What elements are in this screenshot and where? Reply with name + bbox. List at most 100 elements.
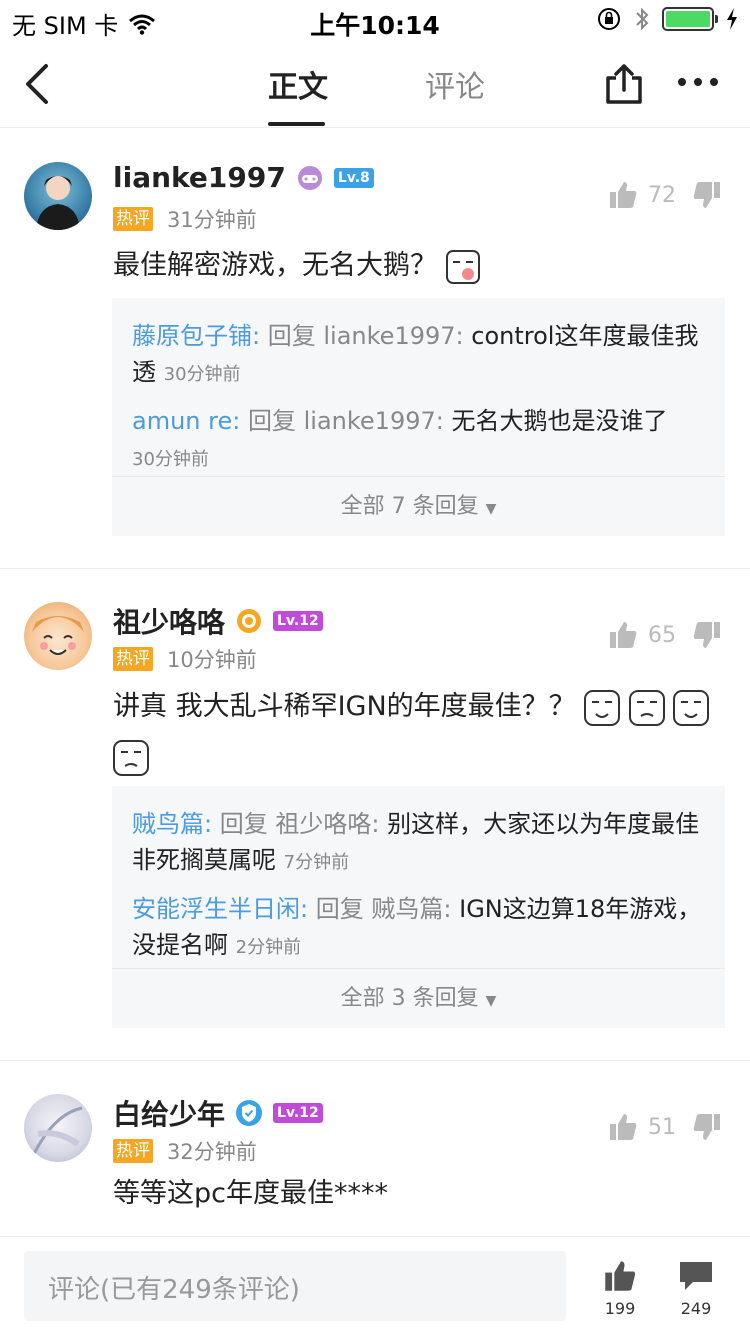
comment-text: 最佳解密游戏，无名大鹅？: [113, 244, 713, 288]
active-tab-indicator: [268, 122, 325, 126]
thumbs-up-icon[interactable]: [608, 620, 638, 650]
comment-input-placeholder: 评论(已有249条评论): [48, 1275, 300, 1305]
vote-controls: 51: [608, 1112, 722, 1142]
emoji-sticker-icon: [445, 249, 480, 284]
level-badge: Lv.12: [273, 1103, 323, 1123]
username[interactable]: 白给少年: [113, 1093, 225, 1133]
reply-text: 无名大鹅也是没谁了: [451, 407, 668, 435]
avatar-anime-icon: [32, 616, 84, 655]
reply-author[interactable]: 藤原包子铺:: [132, 322, 260, 350]
like-count: 72: [648, 182, 676, 208]
hot-badge: 热评: [113, 1139, 153, 1163]
reply-item[interactable]: amun re: 回复 lianke1997: 无名大鹅也是没谁了 30分钟前: [112, 393, 725, 478]
username[interactable]: lianke1997: [113, 161, 286, 194]
avatar[interactable]: [24, 162, 92, 230]
thumbs-up-icon[interactable]: [608, 1112, 638, 1142]
battery-icon: [662, 7, 718, 31]
caret-down-icon: ▼: [485, 501, 497, 517]
reply-item[interactable]: 藤原包子铺: 回复 lianke1997: control这年度最佳我透 30分…: [112, 298, 725, 393]
reply-word: 回复: [267, 322, 316, 350]
avatar-illustration-icon: [32, 1106, 83, 1155]
level-badge: Lv.8: [333, 167, 374, 188]
user-row: 祖少咯咯 Lv.12: [113, 601, 323, 641]
sun-badge-icon: [237, 609, 262, 633]
emoji-sticker-icon: [673, 689, 710, 726]
level-badge: Lv.12: [273, 611, 323, 631]
reply-item[interactable]: 贼鸟篇: 回复 祖少咯咯: 别这样，大家还以为年度最佳非死搁莫属呢 7分钟前: [112, 786, 725, 881]
comment-text-body: 讲真 我大乱斗稀罕IGN的年度最佳？？: [113, 691, 576, 722]
reply-author[interactable]: 贼鸟篇:: [132, 810, 212, 838]
reply-word: 回复: [219, 810, 268, 838]
share-icon[interactable]: [604, 64, 644, 106]
comment-item: 祖少咯咯 Lv.12 热评 10分钟前 65 讲真 我大乱斗稀罕IGN的年度最佳…: [0, 568, 750, 1060]
comments-button[interactable]: 249: [666, 1259, 726, 1318]
emoji-sticker-icon: [584, 689, 621, 726]
comment-text: 等等这pc年度最佳****: [113, 1172, 713, 1216]
reply-time: 30分钟前: [163, 364, 241, 385]
replies-box: 贼鸟篇: 回复 祖少咯咯: 别这样，大家还以为年度最佳非死搁莫属呢 7分钟前 安…: [112, 786, 725, 1028]
comment-item: 白给少年 Lv.12 热评 32分钟前 51 等等这pc年度最佳****: [0, 1060, 750, 1236]
comment-total: 249: [680, 1299, 712, 1318]
comment-text-body: 最佳解密游戏，无名大鹅？: [113, 250, 437, 281]
reply-word: 回复: [315, 895, 364, 923]
back-icon[interactable]: [18, 60, 58, 108]
meta-row: 热评 32分钟前: [113, 1136, 257, 1166]
thumbs-down-icon[interactable]: [692, 180, 722, 210]
reply-time: 7分钟前: [283, 852, 350, 873]
username[interactable]: 祖少咯咯: [113, 601, 225, 641]
reply-target[interactable]: lianke1997:: [323, 322, 463, 350]
avatar-figure-icon: [36, 176, 80, 230]
reply-time: 30分钟前: [132, 449, 209, 470]
reply-word: 回复: [247, 407, 296, 435]
meta-row: 热评 31分钟前: [113, 204, 257, 234]
reply-target[interactable]: 祖少咯咯:: [275, 810, 379, 838]
reply-time: 2分钟前: [235, 937, 302, 958]
comment-text-body: 等等这pc年度最佳****: [113, 1178, 388, 1209]
user-row: 白给少年 Lv.12: [113, 1093, 323, 1133]
verified-shield-icon: [236, 1100, 263, 1126]
thumbs-up-icon: [605, 1261, 636, 1291]
hot-badge: 热评: [113, 647, 153, 671]
reply-target[interactable]: 贼鸟篇:: [371, 895, 451, 923]
reply-text: 别这样，大家还以为年度最佳非死搁莫属呢: [132, 810, 700, 874]
comment-time: 10分钟前: [167, 648, 257, 672]
reply-author[interactable]: 安能浮生半日闲:: [132, 895, 308, 923]
comment-text: 讲真 我大乱斗稀罕IGN的年度最佳？？: [113, 682, 713, 782]
comment-input[interactable]: 评论(已有249条评论): [24, 1251, 566, 1321]
thumbs-down-icon[interactable]: [692, 1112, 722, 1142]
more-replies-button[interactable]: 全部 3 条回复 ▼: [112, 968, 725, 1028]
rotation-lock-icon: [598, 8, 620, 30]
more-replies-label: 全部 3 条回复: [340, 986, 479, 1011]
thumbs-down-icon[interactable]: [692, 620, 722, 650]
charging-bolt-icon: [727, 8, 737, 30]
thumbs-up-icon[interactable]: [608, 180, 638, 210]
bottom-bar: 评论(已有249条评论) 199 249: [0, 1236, 750, 1334]
reply-item[interactable]: 安能浮生半日闲: 回复 贼鸟篇: IGN这边算18年游戏，没提名啊 2分钟前: [112, 881, 725, 966]
caret-down-icon: ▼: [485, 993, 497, 1009]
avatar[interactable]: [24, 1094, 92, 1162]
emoji-sticker-icon: [113, 739, 149, 776]
user-row: lianke1997 Lv.8: [113, 161, 374, 194]
vote-controls: 65: [608, 620, 722, 650]
reply-author[interactable]: amun re:: [132, 407, 240, 435]
vote-controls: 72: [608, 180, 722, 210]
like-button[interactable]: 199: [590, 1259, 650, 1318]
comment-time: 32分钟前: [167, 1140, 257, 1164]
like-count: 51: [648, 1114, 676, 1140]
tab-comments[interactable]: 评论: [425, 62, 485, 106]
avatar[interactable]: [24, 602, 92, 670]
tab-main-text[interactable]: 正文: [268, 62, 328, 106]
more-replies-label: 全部 7 条回复: [340, 494, 479, 519]
gamepad-badge-icon: [297, 165, 322, 190]
like-total: 199: [604, 1299, 636, 1318]
status-icons: [596, 6, 738, 32]
bluetooth-icon: [636, 7, 649, 31]
reply-target[interactable]: lianke1997:: [304, 407, 444, 435]
more-icon[interactable]: [676, 70, 720, 94]
speech-bubble-icon: [680, 1262, 712, 1290]
more-replies-button[interactable]: 全部 7 条回复 ▼: [112, 476, 725, 536]
like-count: 65: [648, 622, 676, 648]
status-bar: 无 SIM 卡 上午10:14: [0, 0, 750, 40]
comment-time: 31分钟前: [167, 208, 257, 232]
nav-bar: 正文 评论: [0, 40, 750, 128]
